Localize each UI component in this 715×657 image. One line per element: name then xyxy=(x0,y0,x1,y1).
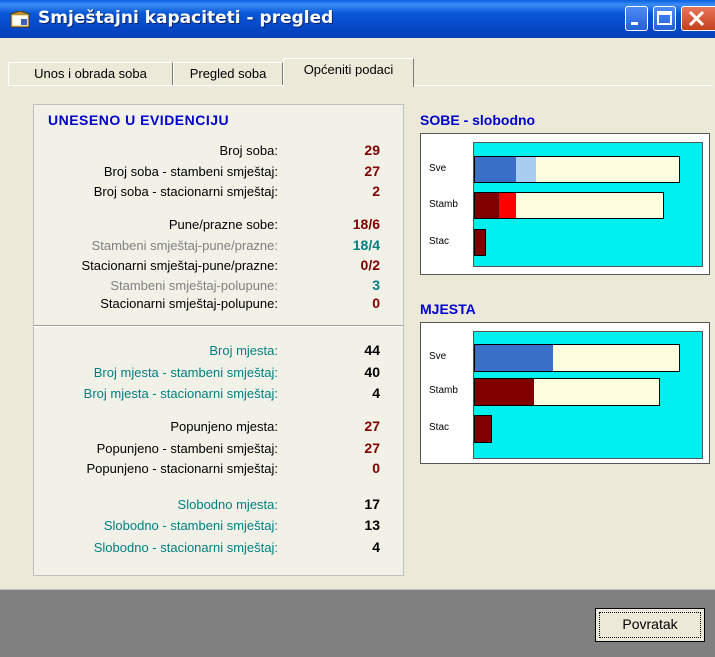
close-button[interactable] xyxy=(681,6,715,31)
bar-track xyxy=(474,344,680,372)
stat-value: 18/4 xyxy=(352,237,380,253)
stat-label: Broj mjesta - stacionarni smještaj: xyxy=(83,386,278,401)
stat-value: 0/2 xyxy=(360,257,380,273)
category-label: Stamb xyxy=(429,198,458,210)
stat-label: Stacionarni smještaj-polupune: xyxy=(100,296,278,311)
bar-segment xyxy=(475,379,534,405)
bar-track xyxy=(474,415,492,443)
minimize-icon xyxy=(631,22,638,25)
stat-value: 17 xyxy=(364,496,380,512)
stat-label: Stacionarni smještaj-pune/prazne: xyxy=(81,258,278,273)
bar-track xyxy=(474,229,486,256)
sobe-chart: Sve Stamb Stac xyxy=(420,133,710,275)
tab-opceniti-podaci[interactable]: Općeniti podaci xyxy=(283,58,414,87)
sobe-plot-area: Sve Stamb Stac xyxy=(429,142,703,267)
section-title: UNESENO U EVIDENCIJU xyxy=(48,112,230,128)
stat-label: Stambeni smještaj-polupune: xyxy=(110,278,278,293)
stat-label: Slobodno mjesta: xyxy=(177,497,278,512)
stat-value: 4 xyxy=(372,539,380,555)
sobe-chart-title: SOBE - slobodno xyxy=(420,112,536,128)
focus-rect xyxy=(599,612,701,638)
minimize-button[interactable] xyxy=(625,6,648,31)
stat-value: 3 xyxy=(372,277,380,293)
mjesta-plot-area: Sve Stamb Stac xyxy=(429,331,703,459)
bar-segment xyxy=(516,157,536,182)
stat-value: 27 xyxy=(364,418,380,434)
title-bar[interactable]: Smještajni kapaciteti - pregled xyxy=(0,0,715,38)
stat-value: 2 xyxy=(372,183,380,199)
bar-segment xyxy=(475,230,485,255)
stat-label: Pune/prazne sobe: xyxy=(168,217,278,232)
bar-segment xyxy=(475,193,499,218)
bar-segment xyxy=(475,345,553,371)
maximize-icon xyxy=(657,11,672,25)
app-icon xyxy=(10,11,30,28)
stat-label: Popunjeno - stacionarni smještaj: xyxy=(86,461,279,476)
category-label: Stac xyxy=(429,422,450,433)
bar-track xyxy=(474,192,664,219)
stat-label: Broj mjesta: xyxy=(209,343,278,358)
stat-label: Popunjeno - stambeni smještaj: xyxy=(96,441,278,456)
stat-value: 4 xyxy=(372,385,380,401)
stat-value: 29 xyxy=(364,142,380,158)
maximize-button[interactable] xyxy=(653,6,676,31)
window-title: Smještajni kapaciteti - pregled xyxy=(38,8,334,28)
close-icon xyxy=(688,10,705,27)
stat-value: 13 xyxy=(364,517,380,533)
tab-unos-i-obrada-soba[interactable]: Unos i obrada soba xyxy=(8,62,173,86)
stat-label: Slobodno - stacionarni smještaj: xyxy=(93,540,278,555)
bar-segment xyxy=(475,416,491,442)
bar-segment xyxy=(475,157,516,182)
mjesta-chart: Sve Stamb Stac xyxy=(420,322,710,464)
category-label: Sve xyxy=(429,162,447,174)
stat-value: 27 xyxy=(364,440,380,456)
category-label: Stac xyxy=(429,235,450,247)
section-separator xyxy=(33,325,403,327)
stat-label: Broj soba - stacionarni smještaj: xyxy=(93,184,278,199)
stat-value: 0 xyxy=(372,295,380,311)
app-window: Smještajni kapaciteti - pregled Unos i o… xyxy=(0,0,715,657)
stat-label: Broj soba - stambeni smještaj: xyxy=(103,164,278,179)
stat-label: Popunjeno mjesta: xyxy=(170,419,278,434)
stat-label: Broj mjesta - stambeni smještaj: xyxy=(93,365,278,380)
stat-label: Slobodno - stambeni smještaj: xyxy=(103,518,278,533)
stat-value: 27 xyxy=(364,163,380,179)
category-label: Stamb xyxy=(429,385,458,396)
tab-pregled-soba[interactable]: Pregled soba xyxy=(173,62,283,86)
stat-label: Stambeni smještaj-pune/prazne: xyxy=(91,238,278,253)
stat-value: 40 xyxy=(364,364,380,380)
bar-segment xyxy=(499,193,516,218)
povratak-button[interactable]: Povratak xyxy=(595,608,705,642)
stat-value: 0 xyxy=(372,460,380,476)
mjesta-chart-title: MJESTA xyxy=(420,301,476,317)
stat-label: Broj soba: xyxy=(219,143,278,158)
category-label: Sve xyxy=(429,351,447,362)
stat-value: 18/6 xyxy=(352,216,380,232)
bar-track xyxy=(474,378,660,406)
bar-track xyxy=(474,156,680,183)
stat-value: 44 xyxy=(364,342,380,358)
